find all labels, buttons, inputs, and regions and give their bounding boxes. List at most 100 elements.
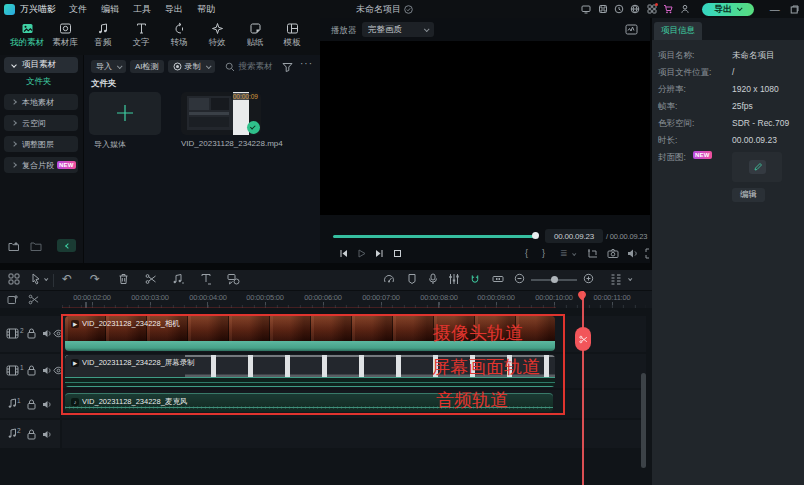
timeline-ruler[interactable]: 00:00:02:00 00:00:03:00 00:00:04:00 00:0… <box>0 291 652 308</box>
mixer-icon[interactable] <box>448 273 460 285</box>
track-lane-audio2[interactable] <box>62 420 646 448</box>
apps-grid-wrap[interactable] <box>644 4 660 14</box>
globe-icon[interactable] <box>630 4 640 14</box>
tab-project-info[interactable]: 项目信息 <box>654 22 702 40</box>
tab-stickers[interactable]: 贴纸 <box>236 22 274 49</box>
speech-to-text-icon[interactable] <box>227 273 240 285</box>
timeline-scrollbar[interactable] <box>641 373 646 468</box>
tab-label: 模板 <box>273 37 311 49</box>
mute-icon[interactable] <box>42 328 53 339</box>
folder-icon[interactable] <box>30 241 42 252</box>
menu-file[interactable]: 文件 <box>69 3 87 16</box>
zoom-in-icon[interactable] <box>583 273 594 284</box>
playhead-line[interactable] <box>582 291 584 485</box>
mute-icon[interactable] <box>42 429 53 440</box>
unlink-icon[interactable] <box>28 294 40 305</box>
video-thumbnail[interactable]: 00:00:09 <box>181 92 261 135</box>
lock-icon[interactable] <box>27 328 36 339</box>
cart-icon[interactable] <box>663 4 674 14</box>
progress-handle[interactable] <box>532 232 539 239</box>
lock-icon[interactable] <box>27 399 36 410</box>
track-height-icon[interactable] <box>610 273 622 285</box>
playhead-scissors-handle[interactable] <box>575 327 591 351</box>
play-icon[interactable] <box>356 248 367 259</box>
split-scissors-icon[interactable] <box>145 273 157 285</box>
nav-adjustment-layer[interactable]: 调整图层 <box>4 136 78 152</box>
cover-thumbnail[interactable] <box>732 152 782 182</box>
preview-progress-bar[interactable] <box>333 235 537 238</box>
zoom-out-icon[interactable] <box>514 273 525 284</box>
ai-detect-button[interactable]: AI检测 <box>130 60 164 73</box>
scene-detect-icon[interactable] <box>625 24 638 35</box>
menu-tools[interactable]: 工具 <box>133 3 151 16</box>
search-input[interactable]: 搜索素材 <box>239 61 273 73</box>
tab-my-media[interactable]: 我的素材 <box>8 22 46 49</box>
zoom-slider-handle[interactable] <box>551 276 558 283</box>
undo-icon[interactable]: ↶ <box>62 272 72 286</box>
nav-local-media[interactable]: 本地素材 <box>4 94 78 110</box>
playback-list-icon[interactable]: ≣ <box>560 248 568 258</box>
tab-transitions[interactable]: 转场 <box>160 22 198 49</box>
mark-in-icon[interactable]: { <box>525 248 528 258</box>
pointer-tool-icon[interactable] <box>30 273 42 285</box>
lock-icon[interactable] <box>27 429 36 440</box>
user-icon[interactable] <box>680 4 690 14</box>
video-duration-badge: 00:00:09 <box>231 93 260 100</box>
project-path-label: 项目文件位置: <box>658 67 711 79</box>
marker-icon[interactable] <box>407 273 417 285</box>
mute-icon[interactable] <box>42 365 53 376</box>
speed-icon[interactable] <box>383 273 395 285</box>
prev-frame-icon[interactable] <box>338 248 349 259</box>
next-frame-icon[interactable] <box>374 248 385 259</box>
more-options-icon[interactable]: ··· <box>300 58 313 69</box>
filter-icon[interactable] <box>282 62 293 72</box>
mute-icon[interactable] <box>42 399 53 410</box>
add-marker-icon[interactable] <box>7 294 19 305</box>
tab-label: 音频 <box>84 37 122 49</box>
nav-cloud[interactable]: 云空间 <box>4 115 78 131</box>
media-toolbar: 导入 AI检测 录制 搜索素材 <box>91 60 273 73</box>
nav-compound-clip[interactable]: 复合片段NEW <box>4 157 78 173</box>
redo-icon[interactable]: ↷ <box>90 272 100 286</box>
history-icon[interactable] <box>614 4 624 14</box>
crop-snapshot-icon[interactable] <box>587 248 598 259</box>
maximize-button[interactable] <box>790 5 799 14</box>
display-icon[interactable] <box>581 4 591 14</box>
project-info-tabstrip: 项目信息 <box>652 18 804 40</box>
cover-edit-button[interactable]: 编辑 <box>732 188 765 202</box>
search-icon[interactable] <box>225 62 235 72</box>
audio-detach-icon[interactable] <box>172 273 185 285</box>
mark-out-icon[interactable]: } <box>542 248 545 258</box>
tab-templates[interactable]: 模板 <box>273 22 311 49</box>
menu-edit[interactable]: 编辑 <box>101 3 119 16</box>
text-tool-icon[interactable] <box>200 273 212 285</box>
nav-project-media[interactable]: 项目素材 <box>4 57 78 73</box>
magnet-snap-icon[interactable] <box>470 274 480 285</box>
menu-export[interactable]: 导出 <box>165 3 183 16</box>
collapse-panel-button[interactable] <box>57 239 76 252</box>
current-time-field[interactable]: 00.00.09.23 <box>545 229 603 243</box>
save-icon[interactable] <box>598 4 608 14</box>
stop-icon[interactable] <box>392 248 403 259</box>
tab-effects[interactable]: 特效 <box>198 22 236 49</box>
media-browser-icon[interactable] <box>8 273 20 285</box>
tab-audio[interactable]: 音频 <box>84 22 122 49</box>
snapshot-camera-icon[interactable] <box>607 248 619 259</box>
lock-icon[interactable] <box>27 365 36 376</box>
export-button[interactable]: 导出 <box>702 3 754 16</box>
delete-icon[interactable] <box>118 273 129 285</box>
import-media-tile[interactable] <box>89 92 161 135</box>
tab-text[interactable]: 文字 <box>122 22 160 49</box>
volume-icon[interactable] <box>627 248 639 259</box>
tab-stock-media[interactable]: 素材库 <box>46 22 84 49</box>
menu-help[interactable]: 帮助 <box>197 3 215 16</box>
quality-dropdown[interactable]: 完整画质 <box>362 22 434 37</box>
add-folder-icon[interactable] <box>8 241 20 252</box>
minimize-button[interactable]: — <box>770 4 780 15</box>
auto-ripple-icon[interactable] <box>492 273 504 285</box>
nav-folder-label[interactable]: 文件夹 <box>26 76 52 88</box>
voiceover-icon[interactable] <box>428 273 438 285</box>
record-button[interactable]: 录制 <box>168 60 215 73</box>
cover-edit-chip[interactable] <box>749 160 766 174</box>
import-button[interactable]: 导入 <box>91 60 126 73</box>
